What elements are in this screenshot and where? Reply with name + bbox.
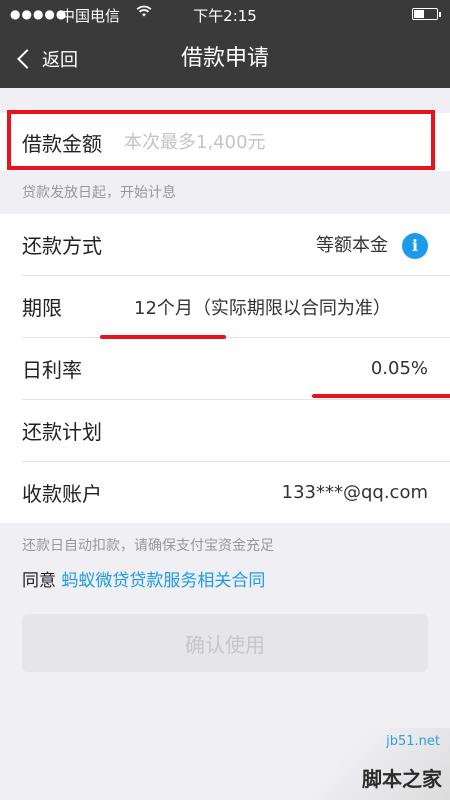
repayment-method-row[interactable]: 还款方式 等额本金 i bbox=[22, 214, 450, 276]
repayment-method-text: 等额本金 bbox=[316, 234, 388, 256]
confirm-button[interactable]: 确认使用 bbox=[22, 614, 428, 672]
daily-rate-value: 0.05% bbox=[370, 358, 428, 379]
agreement-prefix: 同意 bbox=[22, 571, 56, 591]
term-row[interactable]: 期限 12个月（实际期限以合同为准） bbox=[22, 276, 450, 338]
contract-link[interactable]: 蚂蚁微贷贷款服务相关合同 bbox=[61, 571, 265, 591]
term-label: 期限 bbox=[22, 296, 62, 320]
daily-rate-label: 日利率 bbox=[22, 358, 82, 382]
repayment-plan-label: 还款计划 bbox=[22, 420, 102, 444]
info-icon[interactable]: i bbox=[402, 232, 428, 259]
agreement-line: 同意 蚂蚁微贷贷款服务相关合同 bbox=[22, 566, 265, 591]
page-title: 借款申请 bbox=[180, 46, 269, 71]
repayment-method-value: 等额本金 i bbox=[316, 231, 428, 259]
watermark: jb51.net 脚本之家 bbox=[310, 728, 450, 800]
loan-amount-input[interactable] bbox=[122, 130, 406, 154]
repayment-method-label: 还款方式 bbox=[22, 234, 102, 258]
status-bar: ●●●●● 中国电信 下午2:15 bbox=[0, 0, 450, 30]
repayment-plan-row[interactable]: 还款计划 bbox=[22, 400, 450, 462]
loan-amount-label: 借款金额 bbox=[22, 131, 102, 156]
clock: 下午2:15 bbox=[193, 7, 257, 25]
auto-deduct-hint: 还款日自动扣款，请确保支付宝资金充足 bbox=[22, 538, 274, 554]
navigation-bar: 返回 借款申请 bbox=[0, 30, 450, 88]
term-value: 12个月（实际期限以合同为准） bbox=[134, 297, 391, 319]
watermark-site: jb51.net bbox=[386, 734, 440, 749]
loan-amount-row: 借款金额 bbox=[0, 113, 450, 171]
battery-icon bbox=[412, 8, 441, 20]
watermark-brand: 脚本之家 bbox=[362, 767, 442, 791]
receiving-account-label: 收款账户 bbox=[22, 482, 102, 506]
loan-details-list: 还款方式 等额本金 i 期限 12个月（实际期限以合同为准） 日利率 0.05% … bbox=[0, 214, 450, 523]
receiving-account-row[interactable]: 收款账户 133***@qq.com bbox=[22, 462, 450, 523]
daily-rate-row: 日利率 0.05% bbox=[22, 338, 450, 400]
receiving-account-value: 133***@qq.com bbox=[281, 482, 428, 503]
interest-hint: 贷款发放日起，开始计息 bbox=[22, 185, 176, 201]
